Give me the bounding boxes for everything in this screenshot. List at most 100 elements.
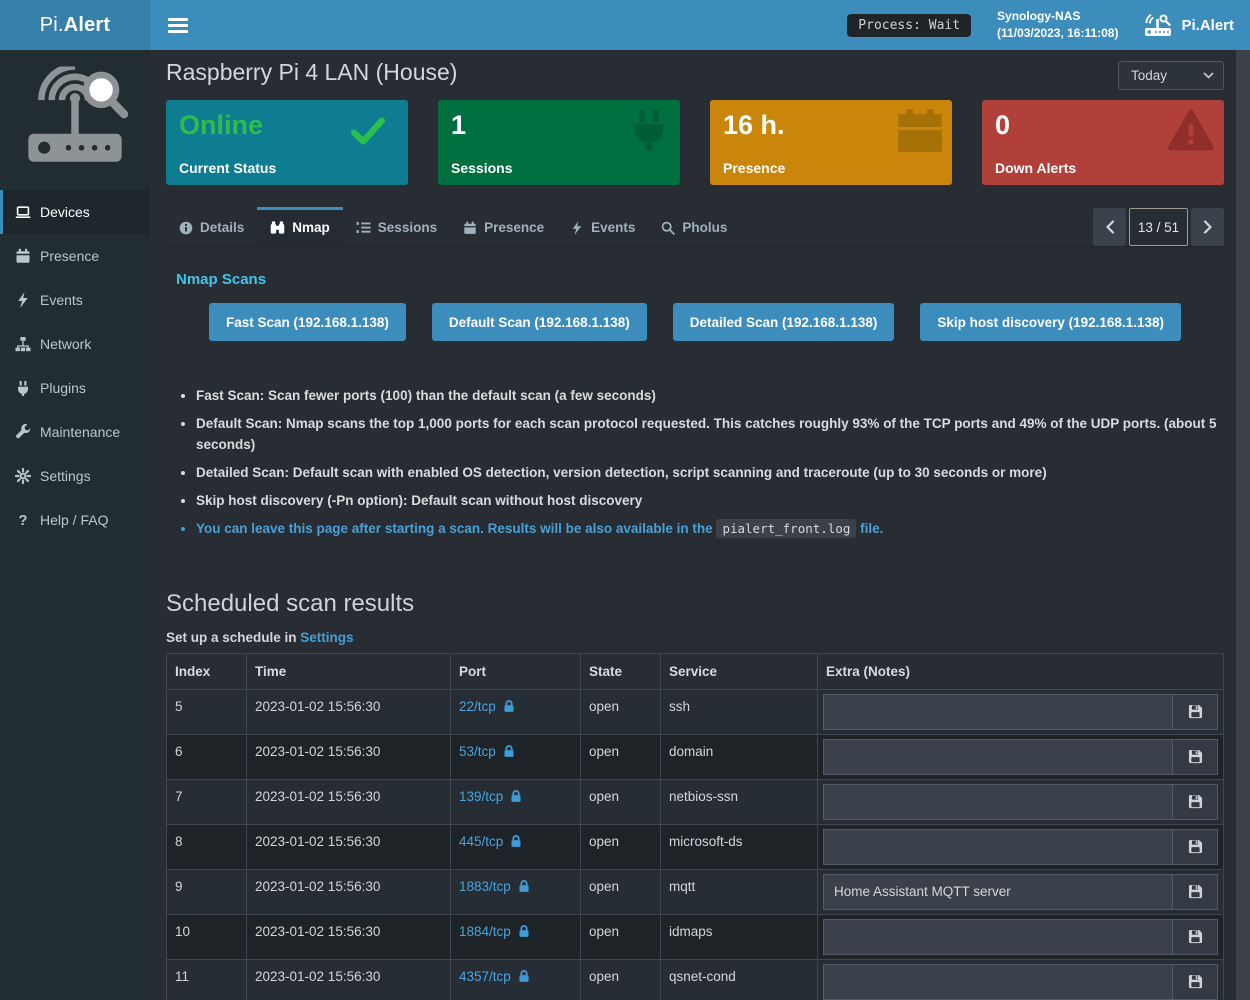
save-note-button[interactable] [1172,784,1218,820]
topbar-main: Process: Wait Synology-NAS (11/03/2023, … [150,0,1250,50]
sidebar-item-events[interactable]: Events [0,278,150,322]
port-link[interactable]: 53/tcp [459,744,515,759]
cell-port: 22/tcp [451,689,581,734]
cell-time: 2023-01-02 15:56:30 [247,779,451,824]
card-sessions: 1 Sessions [438,100,680,185]
lock-icon [518,969,530,983]
app-name: Pi.Alert [1181,17,1234,34]
tab-nmap[interactable]: Nmap [257,207,343,246]
note-input[interactable] [823,964,1172,1000]
cell-state: open [581,779,661,824]
port-link[interactable]: 445/tcp [459,834,522,849]
cell-service: microsoft-ds [661,824,818,869]
check-icon [350,116,386,151]
host-timestamp: (11/03/2023, 16:11:08) [997,25,1118,42]
port-link[interactable]: 1884/tcp [459,924,530,939]
chevron-down-icon [1203,72,1214,79]
pialert-app: Pi.Alert Process: Wait Synology-NAS (11/… [0,0,1250,1000]
period-select[interactable]: Today [1118,61,1224,90]
cell-note [818,779,1224,824]
sidebar-item-label: Settings [40,468,91,484]
cell-state: open [581,959,661,1000]
table-row: 6 2023-01-02 15:56:30 53/tcp open domai [167,734,1224,779]
table-header-row: Index Time Port State Service Extra (Not… [167,653,1224,689]
cell-time: 2023-01-02 15:56:30 [247,869,451,914]
scrollbar-track[interactable] [1236,50,1250,1000]
app-identity: Pi.Alert [1144,13,1234,37]
sidebar-item-plugins[interactable]: Plugins [0,366,150,410]
cell-service: domain [661,734,818,779]
sidebar-item-label: Events [40,292,83,308]
scan-button[interactable]: Skip host discovery (192.168.1.138) [920,303,1181,341]
menu-toggle-icon[interactable] [168,18,188,33]
port-link[interactable]: 22/tcp [459,699,515,714]
sidebar-item-devices[interactable]: Devices [0,190,150,234]
bolt-icon [15,292,31,308]
scheduled-scan-table: Index Time Port State Service Extra (Not… [166,653,1224,1000]
tab-details[interactable]: Details [166,207,257,246]
tab-presence[interactable]: Presence [450,207,557,246]
save-note-button[interactable] [1172,964,1218,1000]
lock-icon [518,924,530,938]
cell-service: ssh [661,689,818,734]
main-content: Raspberry Pi 4 LAN (House) Today Online … [150,50,1236,1000]
scan-button[interactable]: Default Scan (192.168.1.138) [432,303,647,341]
wrench-icon [15,424,31,440]
sidebar-item-settings[interactable]: Settings [0,454,150,498]
port-link[interactable]: 4357/tcp [459,969,530,984]
col-port: Port [451,653,581,689]
save-note-button[interactable] [1172,919,1218,955]
port-link[interactable]: 1883/tcp [459,879,530,894]
cell-index: 8 [167,824,247,869]
status-cards: Online Current Status 1 Sessions 16 h. P… [166,100,1224,185]
brand-prefix: Pi. [40,14,64,37]
save-icon [1188,749,1203,764]
brand-logo[interactable]: Pi.Alert [0,0,150,50]
cell-index: 6 [167,734,247,779]
sidebar-item-label: Help / FAQ [40,512,108,528]
save-note-button[interactable] [1172,739,1218,775]
prev-device-button[interactable] [1093,208,1126,246]
cell-service: mqtt [661,869,818,914]
period-select-value: Today [1131,68,1167,83]
table-row: 10 2023-01-02 15:56:30 1884/tcp open id [167,914,1224,959]
tab-sessions[interactable]: Sessions [343,207,450,246]
card-label: Sessions [451,160,512,176]
note-input[interactable] [823,784,1172,820]
note-input[interactable] [823,739,1172,775]
settings-link[interactable]: Settings [300,630,353,645]
tab-pholus[interactable]: Pholus [648,207,740,246]
note-input[interactable] [823,874,1172,910]
next-device-button[interactable] [1191,208,1224,246]
note-input[interactable] [823,694,1172,730]
sidebar-item-label: Plugins [40,380,86,396]
process-status-badge: Process: Wait [847,14,971,37]
note-input[interactable] [823,919,1172,955]
cell-index: 7 [167,779,247,824]
chevron-left-icon [1105,220,1115,234]
scan-button[interactable]: Detailed Scan (192.168.1.138) [673,303,895,341]
sidebar-item-presence[interactable]: Presence [0,234,150,278]
save-note-button[interactable] [1172,829,1218,865]
save-note-button[interactable] [1172,874,1218,910]
save-icon [1188,794,1203,809]
port-number: 445/tcp [459,834,503,849]
lock-icon [503,744,515,758]
port-number: 4357/tcp [459,969,511,984]
col-extra: Extra (Notes) [818,653,1224,689]
gear-icon [15,468,31,484]
cell-note [818,959,1224,1000]
cell-note [818,824,1224,869]
host-name: Synology-NAS [997,8,1118,25]
sidebar-item-help[interactable]: ? Help / FAQ [0,498,150,542]
save-note-button[interactable] [1172,694,1218,730]
sidebar-item-network[interactable]: Network [0,322,150,366]
scan-note: Detailed Scan: Default scan with enabled… [196,463,1224,484]
tab-events[interactable]: Events [557,207,648,246]
sidebar-item-maintenance[interactable]: Maintenance [0,410,150,454]
note-input[interactable] [823,829,1172,865]
schedule-hint: Set up a schedule in Settings [166,630,1224,645]
port-link[interactable]: 139/tcp [459,789,522,804]
scan-button[interactable]: Fast Scan (192.168.1.138) [209,303,406,341]
network-icon [15,336,31,352]
